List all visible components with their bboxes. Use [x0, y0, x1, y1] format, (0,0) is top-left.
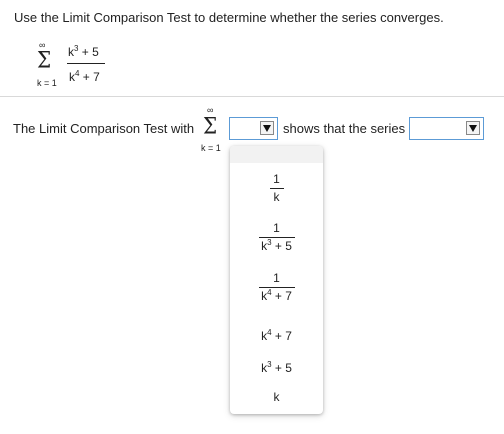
triangle-down-icon[interactable] [260, 121, 274, 135]
triangle-down-icon[interactable] [466, 121, 480, 135]
question-prompt: Use the Limit Comparison Test to determi… [14, 10, 444, 25]
dropdown-option-1-over-k3-plus-5[interactable]: 1 k3 + 5 [230, 222, 323, 253]
comparison-term-dropdown: 1 k 1 k3 + 5 1 k4 + 7 k4 + 7 k3 + 5 k [230, 146, 323, 414]
series-sigma: Σ [37, 46, 52, 74]
comparison-term-select[interactable] [229, 117, 278, 140]
answer-middle-text: shows that the series [283, 121, 406, 136]
dropdown-option-k3-plus-5[interactable]: k3 + 5 [230, 361, 323, 375]
dropdown-option-k4-plus-7[interactable]: k4 + 7 [230, 329, 323, 343]
dropdown-option-k[interactable]: k [230, 391, 323, 404]
dropdown-option-blank[interactable] [230, 146, 323, 163]
answer-lead-text: The Limit Comparison Test with [13, 121, 195, 136]
conclusion-select[interactable] [409, 117, 484, 140]
series-lower-limit: k = 1 [37, 78, 57, 88]
section-divider [0, 96, 504, 97]
series-fraction-bar [67, 63, 105, 64]
series-numerator: k3 + 5 [68, 44, 99, 59]
answer-sigma: Σ [203, 112, 218, 140]
answer-lower-limit: k = 1 [201, 143, 221, 153]
dropdown-option-1-over-k[interactable]: 1 k [230, 173, 323, 204]
series-denominator: k4 + 7 [69, 69, 100, 84]
dropdown-option-1-over-k4-plus-7[interactable]: 1 k4 + 7 [230, 272, 323, 303]
